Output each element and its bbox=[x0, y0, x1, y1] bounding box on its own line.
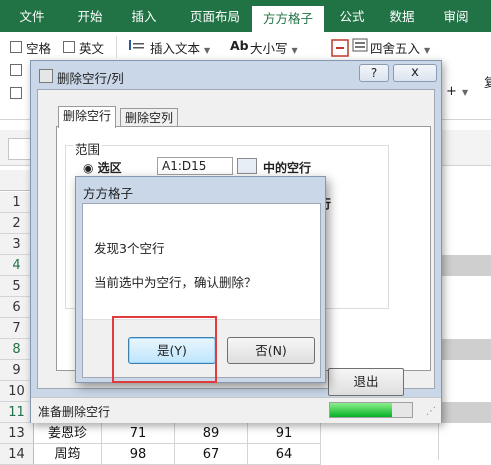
english-checkbox[interactable] bbox=[63, 41, 75, 53]
range-input[interactable]: A1:D15 bbox=[157, 157, 233, 175]
progress-fill bbox=[330, 403, 392, 417]
row-header[interactable]: 2 bbox=[0, 213, 34, 234]
table-cell[interactable]: 64 bbox=[248, 444, 321, 465]
ribbon-checkbox-2[interactable] bbox=[10, 64, 22, 76]
dialog-title: 删除空行/列 bbox=[57, 71, 124, 86]
table-cell[interactable]: 89 bbox=[175, 423, 248, 444]
table-cell[interactable]: 91 bbox=[248, 423, 321, 444]
tab-insert[interactable]: 插入 bbox=[122, 7, 166, 27]
round-button[interactable]: 四舍五入 ▼ bbox=[370, 38, 430, 57]
tab-delete-empty-rows[interactable]: 删除空行 bbox=[58, 106, 117, 128]
table-cell[interactable]: 98 bbox=[102, 444, 175, 465]
row-header[interactable]: 10 bbox=[0, 381, 34, 402]
row-header[interactable]: 9 bbox=[0, 360, 34, 381]
tab-page-layout[interactable]: 页面布局 bbox=[180, 7, 250, 27]
case-icon: Ab bbox=[230, 38, 249, 53]
table-cell[interactable]: 67 bbox=[175, 444, 248, 465]
selected-empty-row bbox=[438, 339, 491, 360]
english-checkbox-label: 英文 bbox=[79, 41, 105, 56]
no-button[interactable]: 否(N) bbox=[227, 337, 315, 364]
tab-formulas[interactable]: 公式 bbox=[330, 7, 374, 27]
case-button[interactable]: 大小写 ▼ bbox=[250, 38, 298, 57]
insert-text-button[interactable]: 插入文本 ▼ bbox=[150, 38, 210, 57]
selected-empty-row bbox=[438, 255, 491, 276]
space-checkbox[interactable] bbox=[10, 41, 22, 53]
case-label: 大小写 bbox=[250, 41, 288, 56]
tab-file[interactable]: 文件 bbox=[10, 7, 54, 27]
round-icon bbox=[352, 38, 368, 55]
row-header[interactable]: 13 bbox=[0, 423, 34, 444]
chevron-down-icon: ▼ bbox=[204, 46, 211, 55]
round-label: 四舍五入 bbox=[370, 41, 421, 56]
selected-empty-row bbox=[438, 402, 491, 423]
selection-option-radio[interactable]: ◉ 选区 bbox=[83, 159, 122, 176]
insert-text-icon bbox=[128, 38, 146, 55]
highlight-annotation bbox=[112, 316, 217, 383]
row-header[interactable]: 8 bbox=[0, 339, 34, 360]
row-header[interactable]: 7 bbox=[0, 318, 34, 339]
range-group-label: 范围 bbox=[73, 139, 103, 158]
confirm-dialog-title: 方方格子 bbox=[83, 186, 134, 201]
range-picker-icon[interactable] bbox=[237, 158, 257, 174]
selection-option-label: 选区 bbox=[97, 161, 122, 175]
close-icon: x bbox=[411, 65, 419, 80]
chevron-down-icon: ▼ bbox=[291, 46, 298, 55]
row-header[interactable]: 11 bbox=[0, 402, 34, 423]
close-button[interactable]: x bbox=[393, 64, 437, 82]
chevron-down-icon: ▼ bbox=[462, 88, 469, 97]
message-line-2: 当前选中为空行，确认删除？ bbox=[94, 275, 257, 290]
chevron-down-icon: ▼ bbox=[424, 46, 431, 55]
exit-button[interactable]: 退出 bbox=[328, 368, 404, 396]
row-header[interactable]: 14 bbox=[0, 444, 34, 465]
table-cell[interactable]: 姜恩珍 bbox=[34, 423, 102, 444]
row-header[interactable]: 4 bbox=[0, 255, 34, 276]
row-header[interactable]: 1 bbox=[0, 192, 34, 213]
ribbon-tab-bar: 文件 开始 插入 页面布局 方方格子 公式 数据 审阅 bbox=[0, 0, 491, 32]
table-cell[interactable]: 71 bbox=[102, 423, 175, 444]
status-text: 准备删除空行 bbox=[38, 405, 111, 419]
table-cell[interactable]: 周筠 bbox=[34, 444, 102, 465]
tab-review[interactable]: 审阅 bbox=[434, 7, 478, 27]
select-all-corner[interactable] bbox=[0, 170, 34, 191]
row-header[interactable]: 5 bbox=[0, 276, 34, 297]
tab-data[interactable]: 数据 bbox=[380, 7, 424, 27]
resize-grip-icon[interactable]: ⋰ bbox=[426, 406, 436, 417]
tab-delete-empty-columns[interactable]: 删除空列 bbox=[120, 108, 179, 128]
ribbon-divider bbox=[116, 36, 117, 58]
copy-label: 复 bbox=[484, 75, 491, 90]
app-icon bbox=[39, 69, 53, 83]
tab-home[interactable]: 开始 bbox=[68, 7, 112, 27]
row-header[interactable]: 6 bbox=[0, 297, 34, 318]
radio-icon: ◉ bbox=[83, 161, 94, 175]
progress-bar bbox=[329, 402, 413, 418]
plus-icon[interactable]: + bbox=[446, 84, 457, 99]
ribbon-checkbox-3[interactable] bbox=[10, 87, 22, 99]
whole-row-label: 中的空行 bbox=[263, 161, 312, 175]
insert-text-label: 插入文本 bbox=[150, 41, 201, 56]
help-button[interactable]: ? bbox=[359, 64, 389, 82]
message-line-1: 发现3个空行 bbox=[94, 241, 165, 256]
status-bar: 准备删除空行 ⋰ bbox=[31, 397, 441, 423]
space-checkbox-label: 空格 bbox=[26, 41, 52, 56]
row-header[interactable]: 3 bbox=[0, 234, 34, 255]
tab-fangfanggezi[interactable]: 方方格子 bbox=[252, 6, 324, 32]
minus-icon bbox=[330, 38, 350, 61]
